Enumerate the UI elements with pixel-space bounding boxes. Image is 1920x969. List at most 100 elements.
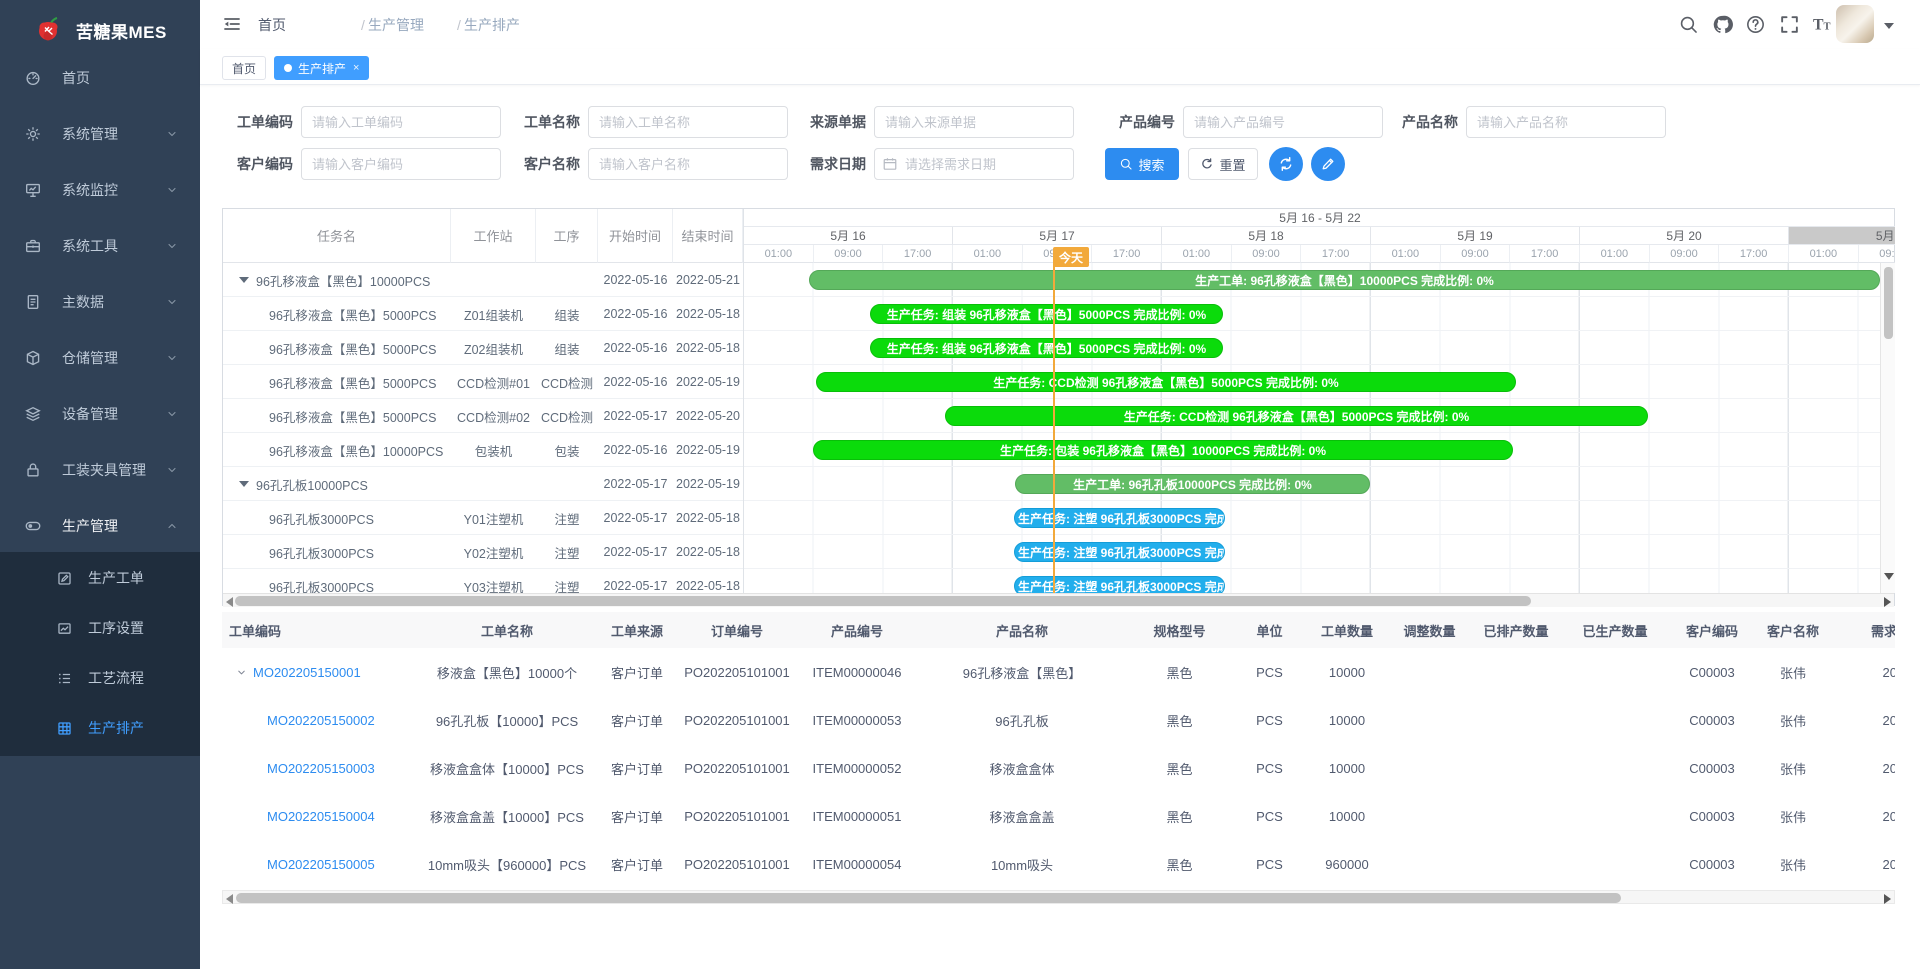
table-cell: PO202205101001	[682, 696, 792, 744]
github-icon[interactable]	[1712, 14, 1733, 35]
sidebar-item-仓储管理[interactable]: 仓储管理	[0, 333, 200, 383]
gantt-tick: 09:00	[814, 245, 884, 263]
sidebar-subitem-生产排产[interactable]: 生产排产	[0, 703, 200, 753]
sidebar-item-设备管理[interactable]: 设备管理	[0, 389, 200, 439]
sidebar-subitem-工艺流程[interactable]: 工艺流程	[0, 653, 200, 703]
table-horizontal-scroll-thumb[interactable]	[236, 893, 1621, 903]
work-order-link[interactable]: MO202205150005	[267, 857, 375, 872]
fullscreen-icon[interactable]	[1779, 14, 1800, 35]
gantt-bar[interactable]: 生产任务: 组装 96孔移液盒【黑色】5000PCS 完成比例: 0%	[870, 304, 1223, 324]
sidebar: 苦糖果MES 首页系统管理系统监控系统工具主数据仓储管理设备管理工装夹具管理生产…	[0, 0, 200, 969]
task-name-text: 96孔孔板3000PCS	[269, 509, 374, 528]
filter-input-客户名称[interactable]	[588, 148, 788, 180]
chevron-down-icon	[166, 408, 178, 420]
table-cell: 2022	[1827, 840, 1895, 888]
table-cell: PCS	[1237, 696, 1302, 744]
gantt-task-process: 注塑	[536, 501, 598, 535]
work-order-link[interactable]: MO202205150001	[253, 665, 361, 680]
filter-input-产品名称[interactable]	[1466, 106, 1666, 138]
filter-label-产品编号: 产品编号	[1085, 106, 1175, 138]
sidebar-item-系统管理[interactable]: 系统管理	[0, 109, 200, 159]
gantt-scroll-right-icon[interactable]	[1884, 597, 1891, 607]
question-icon[interactable]	[1745, 14, 1766, 35]
table-cell: 黑色	[1122, 648, 1237, 696]
work-order-link[interactable]: MO202205150002	[267, 713, 375, 728]
gantt-horizontal-scroll-thumb[interactable]	[235, 596, 1531, 606]
gantt-task-name: 96孔移液盒【黑色】5000PCS	[223, 399, 451, 433]
gantt-bar[interactable]: 生产工单: 96孔移液盒【黑色】10000PCS 完成比例: 0%	[809, 270, 1880, 290]
gantt-vertical-scroll-thumb[interactable]	[1884, 267, 1893, 339]
table-cell	[1392, 648, 1467, 696]
expand-arrow-icon[interactable]	[239, 277, 249, 283]
edit-schedule-button[interactable]	[1311, 147, 1345, 181]
tab-bar: 首页生产排产×	[200, 49, 1920, 85]
sidebar-subitem-生产工单[interactable]: 生产工单	[0, 553, 200, 603]
table-column-header-产品名称: 产品名称	[922, 612, 1122, 648]
work-order-link[interactable]: MO202205150004	[267, 809, 375, 824]
table-cell: MO202205150003	[222, 744, 422, 792]
sidebar-item-主数据[interactable]: 主数据	[0, 277, 200, 327]
sidebar-item-生产管理[interactable]: 生产管理	[0, 501, 200, 551]
tab-首页[interactable]: 首页	[222, 56, 266, 80]
sidebar-item-首页[interactable]: 首页	[0, 53, 200, 103]
layers-icon	[24, 405, 42, 423]
gantt-bar[interactable]: 生产任务: 注塑 96孔孔板3000PCS 完成比例: 0%	[1014, 508, 1225, 528]
breadcrumb-item-首页[interactable]: 首页	[258, 0, 286, 49]
filter-input-工单名称[interactable]	[588, 106, 788, 138]
gantt-task-process: 组装	[536, 331, 598, 365]
sidebar-item-系统工具[interactable]: 系统工具	[0, 221, 200, 271]
table-cell: 张伟	[1759, 744, 1827, 792]
gantt-task-row: 96孔移液盒【黑色】10000PCS2022-05-162022-05-21	[223, 263, 743, 297]
avatar[interactable]	[1836, 5, 1874, 43]
expand-arrow-icon[interactable]	[239, 481, 249, 487]
gantt-bar[interactable]: 生产工单: 96孔孔板10000PCS 完成比例: 0%	[1015, 474, 1370, 494]
hamburger-fold-icon[interactable]	[222, 14, 242, 34]
gantt-scroll-down-icon[interactable]	[1884, 573, 1894, 580]
gantt-day-5月 19: 5月 19	[1371, 227, 1580, 245]
filter-input-客户编码[interactable]	[301, 148, 501, 180]
sidebar-item-工装夹具管理[interactable]: 工装夹具管理	[0, 445, 200, 495]
breadcrumb-item-生产管理[interactable]: 生产管理	[368, 0, 424, 49]
table-scroll-right-icon[interactable]	[1884, 894, 1891, 904]
filter-input-工单编码[interactable]	[301, 106, 501, 138]
gantt-day-overflow-label: 5月 21	[1789, 227, 1895, 244]
refresh-schedule-button[interactable]	[1269, 147, 1303, 181]
gantt-bar-label: 生产任务: 组装 96孔移液盒【黑色】5000PCS 完成比例: 0%	[887, 340, 1206, 357]
gantt-scroll-left-icon[interactable]	[226, 597, 233, 607]
filter-input-需求日期[interactable]	[874, 148, 1074, 180]
gantt-bar[interactable]: 生产任务: 注塑 96孔孔板3000PCS 完成比例: 0%	[1014, 542, 1225, 562]
app-logo[interactable]: 苦糖果MES	[0, 0, 200, 60]
gantt-day-5月 18: 5月 18	[1162, 227, 1371, 245]
fontsize-icon[interactable]: TT	[1812, 14, 1833, 35]
sidebar-item-label: 主数据	[62, 292, 104, 312]
gantt-bar[interactable]: 生产任务: CCD检测 96孔移液盒【黑色】5000PCS 完成比例: 0%	[945, 406, 1648, 426]
search-icon[interactable]	[1678, 14, 1699, 35]
search-button[interactable]: 搜索	[1105, 148, 1179, 180]
gantt-bar[interactable]: 生产任务: 包装 96孔移液盒【黑色】10000PCS 完成比例: 0%	[813, 440, 1513, 460]
filter-input-产品编号[interactable]	[1183, 106, 1383, 138]
gantt-bar[interactable]: 生产任务: 注塑 96孔孔板3000PCS 完成比例: 0%	[1014, 576, 1225, 593]
filter-input-来源单据[interactable]	[874, 106, 1074, 138]
chevron-down-icon[interactable]	[236, 667, 247, 678]
sidebar-item-系统监控[interactable]: 系统监控	[0, 165, 200, 215]
table-cell: 移液盒盒盖	[922, 792, 1122, 840]
work-order-link[interactable]: MO202205150003	[267, 761, 375, 776]
sidebar-subitem-label: 生产工单	[88, 568, 144, 588]
table-column-header-客户编码: 客户编码	[1665, 612, 1759, 648]
tab-close-icon[interactable]: ×	[353, 62, 359, 74]
sidebar-subitem-工序设置[interactable]: 工序设置	[0, 603, 200, 653]
avatar-caret-down-icon[interactable]	[1884, 22, 1894, 30]
gantt-task-end: 2022-05-18	[673, 297, 743, 331]
tab-生产排产[interactable]: 生产排产×	[274, 56, 369, 80]
gantt-bar[interactable]: 生产任务: CCD检测 96孔移液盒【黑色】5000PCS 完成比例: 0%	[816, 372, 1516, 392]
reset-button[interactable]: 重置	[1188, 148, 1258, 180]
gear-icon	[24, 125, 42, 143]
table-scroll-left-icon[interactable]	[226, 894, 233, 904]
chevron-down-icon	[166, 352, 178, 364]
box-icon	[24, 349, 42, 367]
gantt-bar[interactable]: 生产任务: 组装 96孔移液盒【黑色】5000PCS 完成比例: 0%	[870, 338, 1223, 358]
gantt-task-start: 2022-05-16	[598, 331, 673, 365]
gantt-task-end: 2022-05-19	[673, 467, 743, 501]
document-icon	[24, 293, 42, 311]
chevron-down-icon	[166, 240, 178, 252]
